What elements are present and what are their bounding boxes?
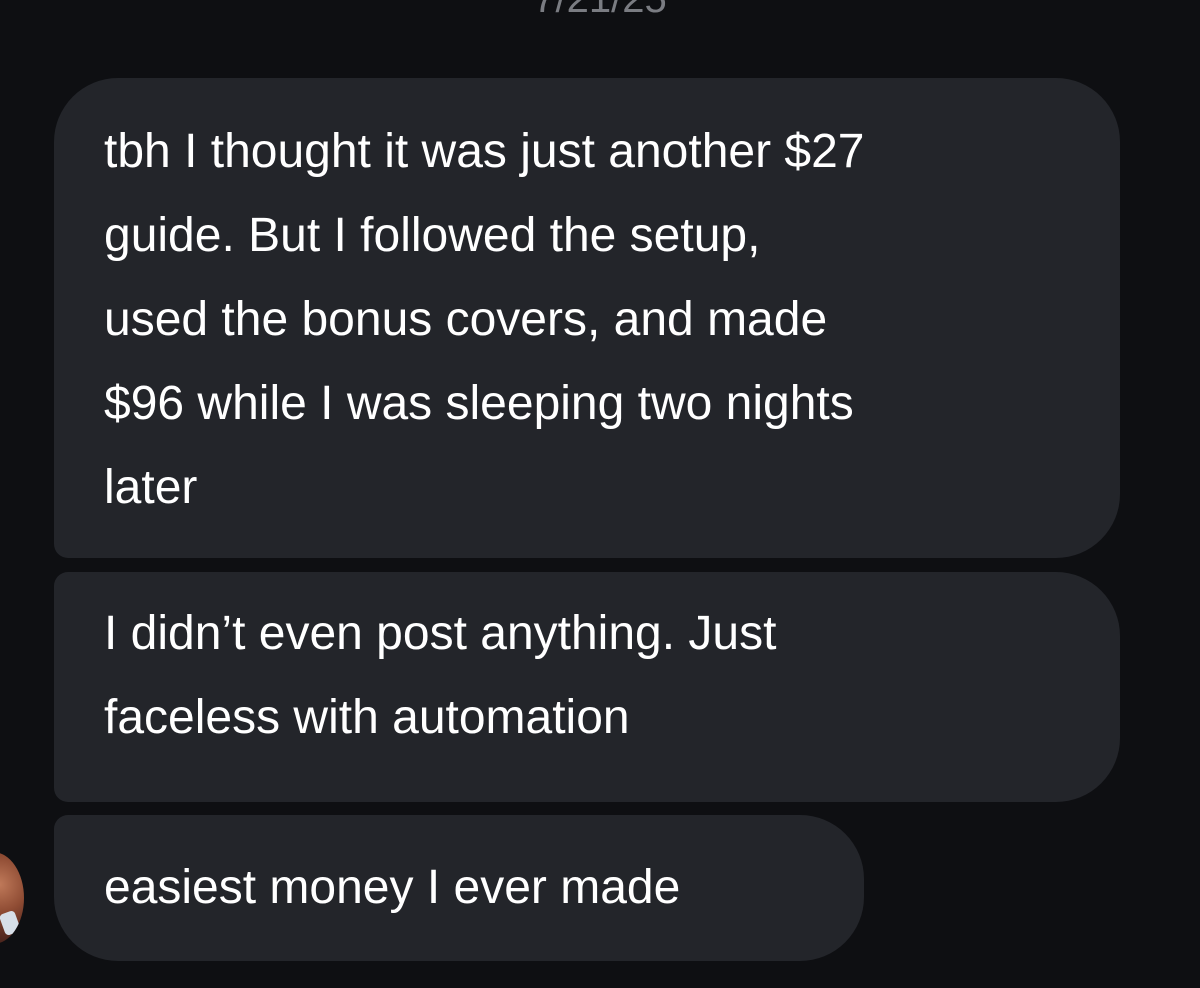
message-line: I didn’t even post anything. Just [104,607,777,660]
date-stamp: 7/21/25 [0,0,1200,24]
message-line: tbh I thought it was just another $27 [104,125,865,178]
avatar[interactable] [0,852,24,944]
message-line: easiest money I ever made [104,861,681,914]
message-line: $96 while I was sleeping two nights [104,377,854,430]
message-bubble[interactable]: I didn’t even post anything. Just facele… [54,572,1120,802]
avatar-shirt [0,909,22,937]
message-line: guide. But I followed the setup, [104,209,761,262]
message-line: faceless with automation [104,691,630,744]
message-bubble[interactable]: tbh I thought it was just another $27 gu… [54,78,1120,558]
message-line: used the bonus covers, and made [104,293,828,346]
message-line: later [104,461,198,514]
message-bubble[interactable]: easiest money I ever made [54,815,864,961]
